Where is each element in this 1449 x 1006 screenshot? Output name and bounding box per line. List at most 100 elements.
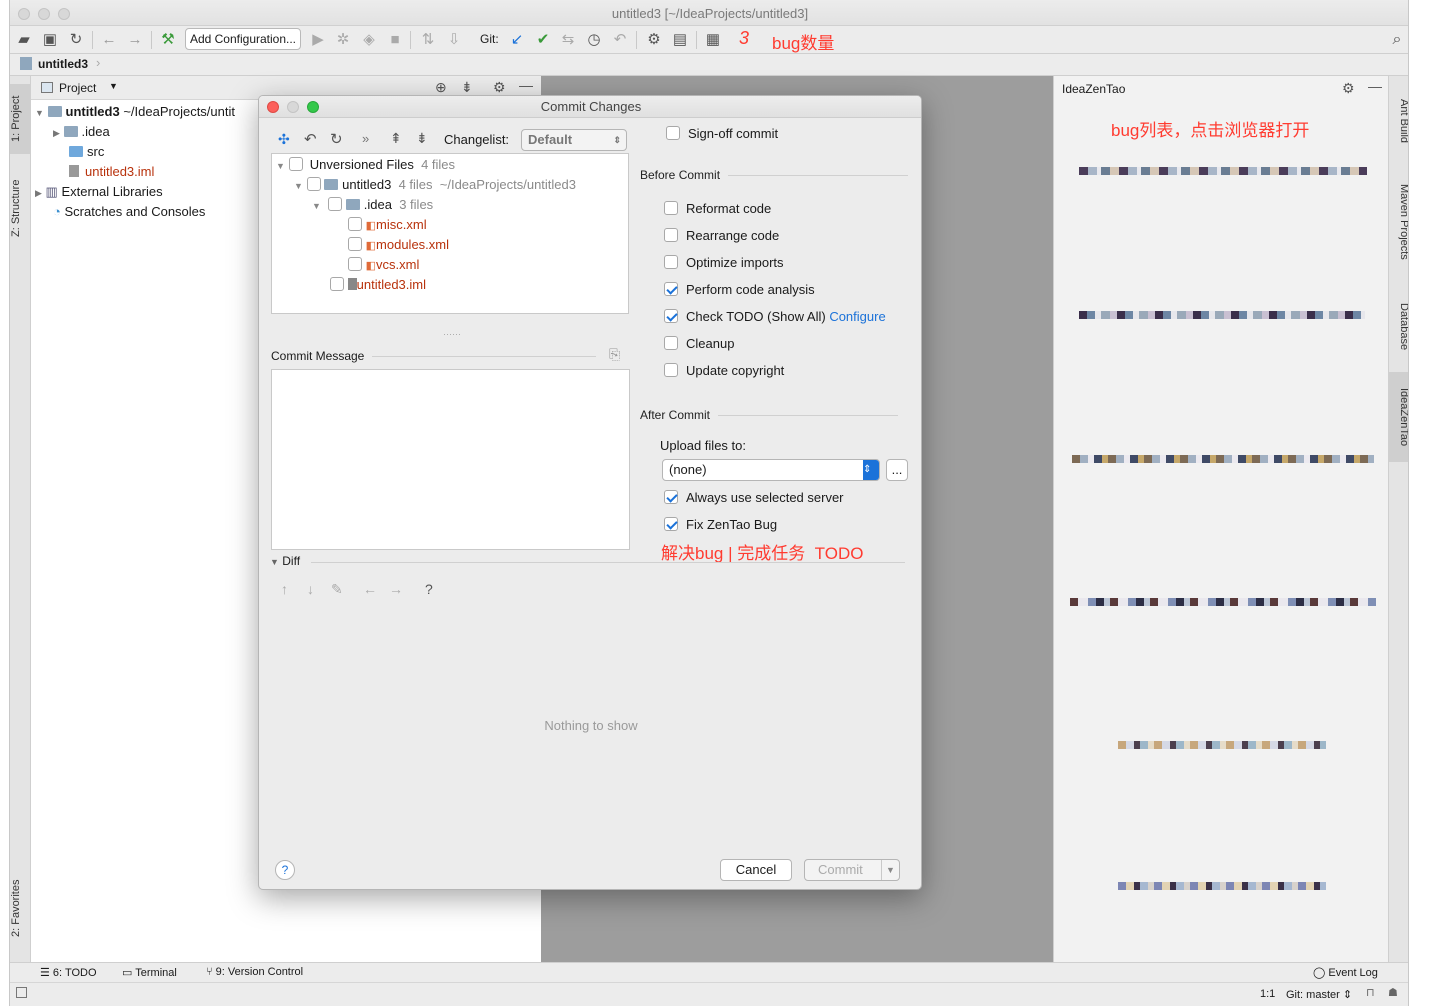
terminal-tab[interactable]: ▭ Terminal <box>122 966 177 979</box>
dialog-close-button[interactable] <box>267 101 279 113</box>
search-icon[interactable]: ⌕ <box>1387 30 1407 50</box>
bug-list-item[interactable] <box>1079 167 1367 175</box>
stop-icon[interactable]: ■ <box>385 30 405 50</box>
signoff-option[interactable]: Sign-off commit <box>666 126 778 141</box>
file-checkbox[interactable] <box>330 277 344 291</box>
project-structure-icon[interactable]: ▤ <box>670 30 690 50</box>
settings-wrench-icon[interactable]: ⚙ <box>644 30 664 50</box>
option-checkbox[interactable] <box>664 282 678 296</box>
tree-file-vcs[interactable]: ◧vcs.xml <box>348 257 419 272</box>
expand-arrow-icon[interactable]: ▼ <box>312 201 321 211</box>
cleanup-option[interactable]: Cleanup <box>664 336 734 351</box>
git-branch[interactable]: Git: master ⇕ <box>1286 988 1352 1001</box>
tab-project[interactable]: 1: Project <box>10 84 31 154</box>
tree-item-idea[interactable]: ▶ .idea <box>53 124 110 139</box>
caret-position[interactable]: 1:1 <box>1260 988 1275 1000</box>
configure-link[interactable]: Configure <box>829 309 885 324</box>
update-copyright-option[interactable]: Update copyright <box>664 363 784 378</box>
more-actions-icon[interactable]: » <box>362 131 369 146</box>
sync-icon[interactable]: ↻ <box>66 30 86 50</box>
tree-item-scratches[interactable]: ◔ Scratches and Consoles <box>53 204 205 219</box>
bug-list-item[interactable] <box>1118 882 1326 890</box>
perform-code-analysis-option[interactable]: Perform code analysis <box>664 282 815 297</box>
revert-icon[interactable]: ↶ <box>610 30 630 50</box>
option-checkbox[interactable] <box>664 490 678 504</box>
option-checkbox[interactable] <box>664 228 678 242</box>
diff-section-toggle[interactable]: ▼ Diff <box>270 554 300 568</box>
file-checkbox[interactable] <box>348 257 362 271</box>
help-button[interactable]: ? <box>275 860 295 880</box>
save-icon[interactable]: ▣ <box>40 30 60 50</box>
tab-idea-zentao[interactable]: IdeaZenTao <box>1389 372 1408 462</box>
project-checkbox[interactable] <box>306 177 321 191</box>
dialog-zoom-button[interactable] <box>307 101 319 113</box>
zentao-gear-icon[interactable]: ⚙ <box>1342 80 1355 97</box>
collapsed-arrow-icon[interactable]: ▶ <box>53 128 60 138</box>
tab-maven-projects[interactable]: Maven Projects <box>1389 172 1408 272</box>
commit-message-input[interactable] <box>271 369 630 550</box>
file-checkbox[interactable] <box>348 237 362 251</box>
locate-icon[interactable]: ⊕ <box>435 79 447 96</box>
back-icon[interactable]: ← <box>99 30 119 50</box>
vcs-update-icon[interactable]: ⇅ <box>418 30 438 50</box>
signoff-checkbox[interactable] <box>666 126 680 140</box>
tree-file-misc[interactable]: ◧misc.xml <box>348 217 427 232</box>
expand-arrow-icon[interactable]: ▼ <box>35 108 44 118</box>
idea-checkbox[interactable] <box>328 197 343 211</box>
changelist-select[interactable]: Default ⇕ <box>521 129 627 151</box>
run-icon[interactable]: ▶ <box>308 30 328 50</box>
next-file-icon[interactable]: → <box>389 581 403 597</box>
git-update-icon[interactable]: ↙ <box>507 30 527 50</box>
history-clock-icon[interactable]: ◷ <box>584 30 604 50</box>
file-checkbox[interactable] <box>348 217 362 231</box>
diff-help-icon[interactable]: ? <box>425 581 433 597</box>
tab-database[interactable]: Database <box>1389 292 1408 362</box>
option-checkbox[interactable] <box>664 517 678 531</box>
bug-list-item[interactable] <box>1070 598 1376 606</box>
next-diff-icon[interactable]: ↓ <box>307 581 314 597</box>
bug-list-item[interactable] <box>1072 455 1374 463</box>
expand-arrow-icon[interactable]: ▼ <box>294 181 303 191</box>
zentao-hide-icon[interactable]: — <box>1368 78 1382 94</box>
chevron-down-icon[interactable]: ▼ <box>109 81 118 91</box>
git-commit-check-icon[interactable]: ✔ <box>533 30 553 50</box>
hide-panel-icon[interactable]: — <box>519 77 533 93</box>
chevron-down-icon[interactable]: ▼ <box>881 860 899 880</box>
coverage-icon[interactable]: ◈ <box>359 30 379 50</box>
version-control-tab[interactable]: ⑂ 9: Version Control <box>206 966 303 978</box>
collapsed-arrow-icon[interactable]: ▶ <box>35 188 42 198</box>
collapse-all-icon[interactable]: ⇟ <box>416 130 428 147</box>
debug-icon[interactable]: ✲ <box>333 30 353 50</box>
cancel-button[interactable]: Cancel <box>720 859 792 881</box>
option-checkbox[interactable] <box>664 201 678 215</box>
fix-zentao-bug-option[interactable]: Fix ZenTao Bug <box>664 517 777 532</box>
unversioned-checkbox[interactable] <box>288 157 303 171</box>
expand-arrow-icon[interactable]: ▼ <box>270 557 279 567</box>
inspector-icon[interactable]: ☗ <box>1388 986 1398 999</box>
toggle-tool-windows-icon[interactable] <box>16 987 27 998</box>
tree-file-modules[interactable]: ◧modules.xml <box>348 237 449 252</box>
dialog-minimize-button[interactable] <box>287 101 299 113</box>
optimize-imports-option[interactable]: Optimize imports <box>664 255 784 270</box>
previous-diff-icon[interactable]: ↑ <box>281 581 288 597</box>
always-use-server-option[interactable]: Always use selected server <box>664 490 844 505</box>
lock-icon[interactable]: ⊓ <box>1366 986 1375 999</box>
rollback-icon[interactable]: ↶ <box>304 130 317 148</box>
panel-gear-icon[interactable]: ⚙ <box>493 79 506 96</box>
tree-item-external-libraries[interactable]: ▶ ▥ External Libraries <box>35 184 163 200</box>
tree-item-iml[interactable]: untitled3.iml <box>69 164 154 179</box>
tree-root[interactable]: ▼ untitled3 ~/IdeaProjects/untit <box>35 104 235 119</box>
option-checkbox[interactable] <box>664 309 678 323</box>
tab-favorites[interactable]: 2: Favorites <box>10 868 31 948</box>
tree-file-iml[interactable]: untitled3.iml <box>330 277 426 292</box>
breadcrumb[interactable]: untitled3 <box>38 57 88 71</box>
option-checkbox[interactable] <box>664 363 678 377</box>
zentao-plugin-icon[interactable]: ▦ <box>703 30 723 50</box>
add-configuration-button[interactable]: Add Configuration... <box>185 28 301 50</box>
rearrange-code-option[interactable]: Rearrange code <box>664 228 779 243</box>
tree-item-src[interactable]: src <box>69 144 104 159</box>
check-todo-option[interactable]: Check TODO (Show All) Configure <box>664 309 886 324</box>
todo-tab[interactable]: ☰ 6: TODO <box>40 966 97 979</box>
option-checkbox[interactable] <box>664 336 678 350</box>
reformat-code-option[interactable]: Reformat code <box>664 201 771 216</box>
